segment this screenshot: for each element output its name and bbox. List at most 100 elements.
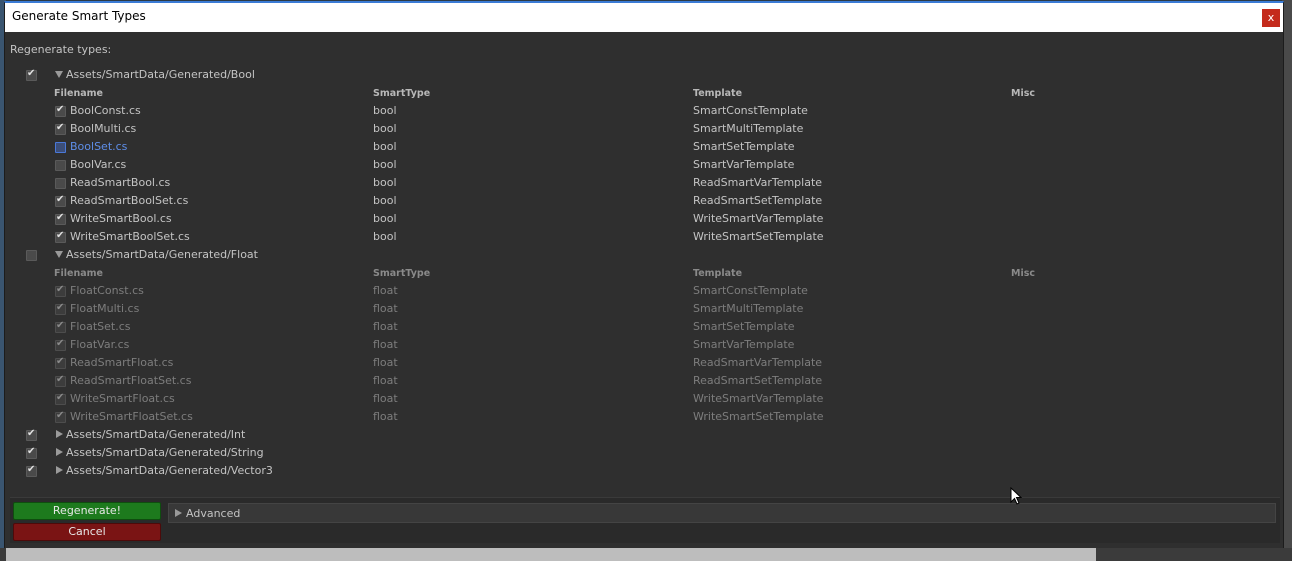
group-checkbox-string[interactable] (26, 446, 37, 459)
row-filename: BoolMulti.cs (70, 122, 137, 135)
column-header-template: Template (693, 268, 743, 279)
row-template: SmartVarTemplate (693, 338, 795, 351)
row-template: SmartVarTemplate (693, 158, 795, 171)
column-header-filename: Filename (54, 268, 103, 279)
row-filename: ReadSmartFloatSet.cs (70, 374, 192, 387)
row-checkbox[interactable] (55, 230, 66, 243)
close-button[interactable]: x (1262, 9, 1280, 27)
action-bar: Regenerate! Cancel Advanced (10, 497, 1280, 543)
group-checkbox-float[interactable] (26, 250, 37, 261)
row-filename: WriteSmartBoolSet.cs (70, 230, 190, 243)
row-type: bool (373, 158, 397, 171)
row-checkbox (55, 392, 66, 405)
generate-smart-types-dialog: Generate Smart Types x Regenerate types:… (4, 1, 1284, 548)
row-template: SmartConstTemplate (693, 104, 808, 117)
row-type: float (373, 302, 398, 315)
row-filename: WriteSmartBool.cs (70, 212, 172, 225)
row-template: SmartMultiTemplate (693, 302, 804, 315)
row-filename: FloatSet.cs (70, 320, 131, 333)
foldout-arrow-down-icon[interactable] (55, 251, 63, 258)
row-checkbox (55, 356, 66, 369)
row-template: SmartMultiTemplate (693, 122, 804, 135)
group-label-bool[interactable]: Assets/SmartData/Generated/Bool (66, 68, 255, 81)
row-type: float (373, 356, 398, 369)
row-filename: ReadSmartBoolSet.cs (70, 194, 189, 207)
group-checkbox-vector3[interactable] (26, 464, 37, 477)
row-type: bool (373, 122, 397, 135)
regenerate-types-heading: Regenerate types: (10, 43, 112, 56)
column-header-misc: Misc (1011, 268, 1035, 279)
row-type: bool (373, 230, 397, 243)
row-template: ReadSmartSetTemplate (693, 194, 823, 207)
window-title: Generate Smart Types (12, 9, 146, 23)
column-header-smarttype: SmartType (373, 268, 431, 279)
foldout-arrow-right-icon[interactable] (56, 466, 63, 474)
row-type: bool (373, 212, 397, 225)
row-type: float (373, 410, 398, 423)
row-checkbox[interactable] (55, 160, 66, 171)
cancel-button[interactable]: Cancel (13, 523, 161, 541)
row-type: float (373, 392, 398, 405)
row-template: WriteSmartSetTemplate (693, 230, 824, 243)
group-checkbox-bool[interactable] (26, 68, 37, 81)
row-type: float (373, 284, 398, 297)
row-type: float (373, 338, 398, 351)
row-checkbox[interactable] (55, 178, 66, 189)
title-bar[interactable]: Generate Smart Types x (5, 3, 1283, 32)
column-header-filename: Filename (54, 88, 103, 99)
row-type: float (373, 320, 398, 333)
column-header-smarttype: SmartType (373, 88, 431, 99)
row-template: SmartConstTemplate (693, 284, 808, 297)
row-template: WriteSmartVarTemplate (693, 212, 824, 225)
foldout-arrow-right-icon[interactable] (56, 448, 63, 456)
row-template: WriteSmartSetTemplate (693, 410, 824, 423)
regenerate-button[interactable]: Regenerate! (13, 502, 161, 520)
group-label-vector3[interactable]: Assets/SmartData/Generated/Vector3 (66, 464, 273, 477)
group-label-int[interactable]: Assets/SmartData/Generated/Int (66, 428, 245, 441)
row-checkbox (55, 410, 66, 423)
row-template: ReadSmartVarTemplate (693, 176, 823, 189)
column-header-template: Template (693, 88, 743, 99)
foldout-arrow-right-icon[interactable] (56, 430, 63, 438)
row-checkbox[interactable] (55, 104, 66, 117)
row-type: float (373, 374, 398, 387)
row-checkbox[interactable] (55, 212, 66, 225)
row-filename: WriteSmartFloatSet.cs (70, 410, 193, 423)
row-checkbox (55, 284, 66, 297)
row-template: WriteSmartVarTemplate (693, 392, 824, 405)
row-filename: ReadSmartBool.cs (70, 176, 171, 189)
row-filename: FloatVar.cs (70, 338, 130, 351)
row-template: SmartSetTemplate (693, 320, 795, 333)
row-type: bool (373, 194, 397, 207)
group-label-string[interactable]: Assets/SmartData/Generated/String (66, 446, 264, 459)
row-type: bool (373, 104, 397, 117)
advanced-label: Advanced (186, 507, 241, 520)
close-icon: x (1267, 11, 1275, 24)
group-label-float[interactable]: Assets/SmartData/Generated/Float (66, 248, 258, 261)
row-template: ReadSmartSetTemplate (693, 374, 823, 387)
row-type: bool (373, 140, 397, 153)
advanced-foldout[interactable]: Advanced (168, 503, 1276, 523)
foldout-arrow-right-icon (175, 509, 182, 517)
row-checkbox[interactable] (55, 122, 66, 135)
row-checkbox[interactable] (55, 194, 66, 207)
dialog-content: Regenerate types: Assets/SmartData/Gener… (5, 32, 1283, 548)
row-filename: BoolVar.cs (70, 158, 127, 171)
mouse-cursor-icon (1010, 487, 1022, 505)
row-filename: WriteSmartFloat.cs (70, 392, 175, 405)
row-filename: ReadSmartFloat.cs (70, 356, 174, 369)
foldout-arrow-down-icon[interactable] (55, 71, 63, 78)
row-template: ReadSmartVarTemplate (693, 356, 823, 369)
row-filename: BoolConst.cs (70, 104, 141, 117)
row-template: SmartSetTemplate (693, 140, 795, 153)
row-checkbox[interactable] (55, 142, 66, 153)
column-header-misc: Misc (1011, 88, 1035, 99)
row-filename: FloatConst.cs (70, 284, 144, 297)
row-checkbox (55, 338, 66, 351)
row-filename: BoolSet.cs (70, 140, 128, 153)
editor-scene-strip (6, 548, 1096, 561)
row-checkbox (55, 374, 66, 387)
row-checkbox (55, 320, 66, 333)
row-filename: FloatMulti.cs (70, 302, 140, 315)
group-checkbox-int[interactable] (26, 428, 37, 441)
